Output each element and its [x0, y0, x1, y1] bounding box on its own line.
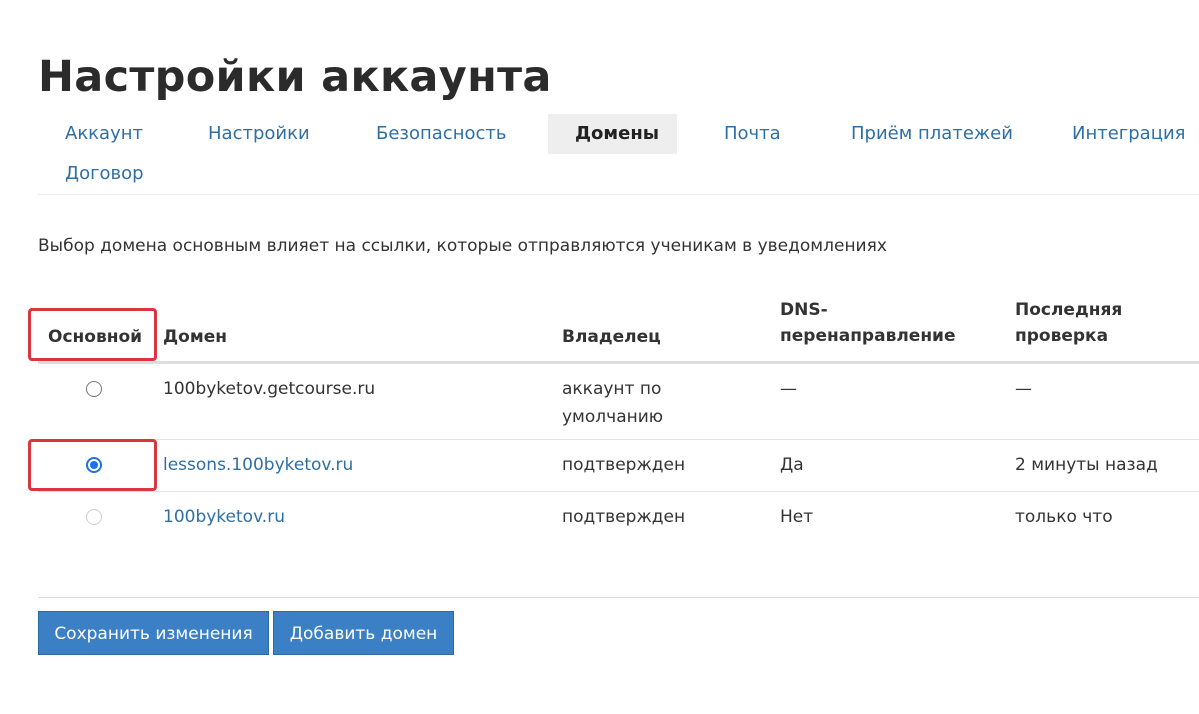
table-footer-divider — [38, 597, 1199, 598]
column-header-last-check-line2: проверка — [1015, 326, 1109, 346]
tab-account[interactable]: Аккаунт — [65, 114, 143, 154]
primary-radio-row-3[interactable] — [86, 509, 102, 525]
row-divider — [38, 439, 1199, 440]
column-header-dns: DNS- перенаправление — [780, 297, 956, 349]
primary-radio-row-1[interactable] — [86, 381, 102, 397]
domain-link-row-3[interactable]: 100byketov.ru — [163, 503, 285, 531]
column-header-owner: Владелец — [562, 327, 661, 347]
owner-cell-row-1: аккаунт по умолчанию — [562, 375, 663, 431]
last-check-cell-row-1: — — [1015, 379, 1032, 399]
tabs-divider — [38, 194, 1199, 195]
owner-cell-row-2: подтвержден — [562, 455, 686, 475]
column-header-last-check: Последняя проверка — [1015, 297, 1122, 349]
owner-cell-row-3: подтвержден — [562, 507, 686, 527]
tab-settings[interactable]: Настройки — [208, 114, 310, 154]
column-header-domain: Домен — [163, 327, 227, 347]
domain-link-row-2[interactable]: lessons.100byketov.ru — [163, 451, 353, 479]
primary-radio-row-2[interactable] — [86, 457, 102, 473]
tab-integration[interactable]: Интеграция — [1072, 114, 1185, 154]
dns-cell-row-1: — — [780, 379, 797, 399]
save-changes-button[interactable]: Сохранить изменения — [38, 611, 269, 655]
dns-cell-row-2: Да — [780, 455, 804, 475]
page-title: Настройки аккаунта — [38, 52, 552, 102]
dns-cell-row-3: Нет — [780, 507, 814, 527]
row-divider — [38, 491, 1199, 492]
column-header-dns-line1: DNS- — [780, 300, 828, 320]
tab-payments[interactable]: Приём платежей — [851, 114, 1013, 154]
owner-cell-row-1-line2: умолчанию — [562, 407, 664, 427]
last-check-cell-row-3: только что — [1015, 507, 1113, 527]
column-header-last-check-line1: Последняя — [1015, 300, 1123, 320]
tab-domains[interactable]: Домены — [548, 114, 677, 154]
table-header-divider — [38, 361, 1199, 364]
domain-description: Выбор домена основным влияет на ссылки, … — [38, 236, 887, 256]
column-header-dns-line2: перенаправление — [780, 326, 956, 346]
last-check-cell-row-2: 2 минуты назад — [1015, 455, 1158, 475]
column-header-primary: Основной — [48, 327, 143, 347]
add-domain-button[interactable]: Добавить домен — [273, 611, 454, 655]
domain-cell-row-1: 100byketov.getcourse.ru — [163, 379, 376, 399]
tab-mail[interactable]: Почта — [724, 114, 781, 154]
tab-contract[interactable]: Договор — [65, 154, 144, 194]
owner-cell-row-1-line1: аккаунт по — [562, 379, 662, 399]
tab-security[interactable]: Безопасность — [376, 114, 506, 154]
